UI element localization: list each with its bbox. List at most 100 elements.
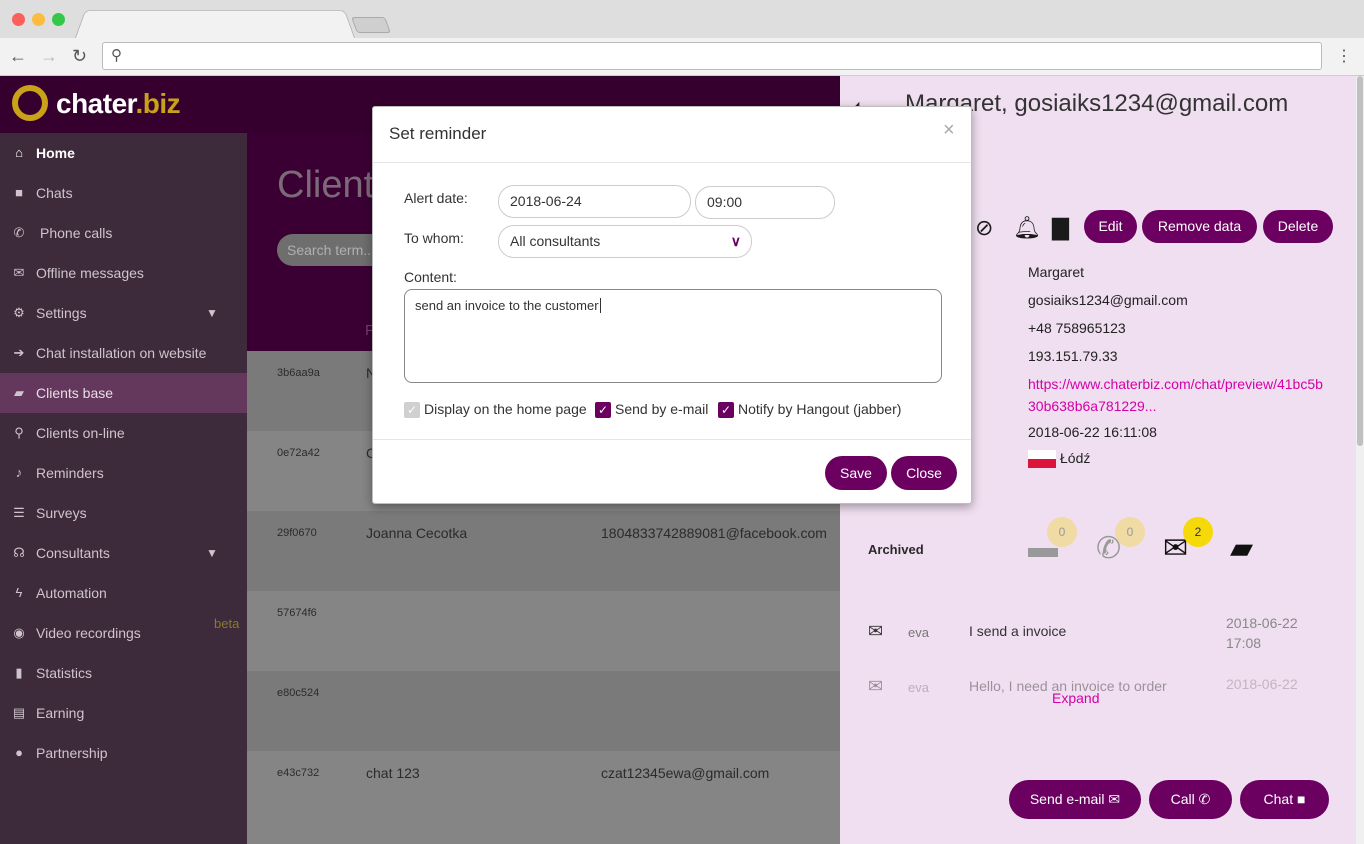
set-reminder-modal: Set reminder × Alert date: 2018-06-24 09… [372, 106, 972, 504]
alert-date-input[interactable]: 2018-06-24 [498, 185, 691, 218]
beta-badge: beta [214, 616, 240, 631]
checkmark-icon: ✓ [718, 402, 734, 419]
client-url-link[interactable]: https://www.chaterbiz.com/chat/preview/4… [1028, 373, 1328, 417]
to-whom-select[interactable]: All consultants ∨ [498, 225, 752, 258]
close-button[interactable]: Close [891, 456, 957, 490]
piggy-bank-icon: ● [15, 745, 23, 760]
sidebar-item-label: Automation [36, 585, 107, 601]
sidebar-menu: ⌂ Home ■ Chats ✆ Phone calls ✉ Offline messa… [0, 133, 247, 773]
browser-tab[interactable] [74, 9, 356, 40]
sidebar: chater.biz ⌂ Home ■ Chats ✆ Phone calls ✉ Of… [0, 76, 247, 844]
tab-bar [0, 0, 1364, 40]
sidebar-item-statistics[interactable]: ▮ Statistics [0, 653, 247, 693]
sidebar-item-clients-online[interactable]: ⚲ Clients on-line [0, 413, 247, 453]
chevron-down-icon[interactable]: ▼ [206, 533, 218, 573]
list-item[interactable]: ✉ eva I send a invoice 2018-06-22 17:08 [840, 615, 1356, 665]
client-email: gosiaiks1234@gmail.com [1028, 292, 1188, 308]
back-arrow-icon[interactable]: ← [9, 46, 27, 66]
emails-count-badge: 2 [1183, 517, 1213, 547]
content-textarea[interactable]: send an invoice to the customer [404, 289, 942, 383]
sidebar-item-label: Clients on-line [36, 425, 125, 441]
save-button[interactable]: Save [825, 456, 887, 490]
chat-icon: ■ [1297, 791, 1306, 807]
scrollbar-thumb[interactable] [1357, 76, 1363, 446]
sidebar-item-surveys[interactable]: ☰ Surveys [0, 493, 247, 533]
phone-icon: ✆ [13, 225, 25, 240]
envelope-icon: ✉ [13, 265, 25, 280]
search-icon: ⚲ [14, 425, 24, 440]
reload-icon[interactable]: ↻ [72, 46, 87, 66]
sidebar-item-reminders[interactable]: ♪ Reminders [0, 453, 247, 493]
gear-icon: ⚙ [13, 305, 25, 320]
table-row[interactable]: 29f0670 Joanna Cecotka 1804833742889081@fa… [247, 511, 840, 591]
home-icon: ⌂ [15, 145, 23, 160]
wallet-icon: ▤ [12, 705, 26, 720]
sidebar-item-automation[interactable]: ϟ Automation [0, 573, 247, 613]
sidebar-item-offline-messages[interactable]: ✉ Offline messages [0, 253, 247, 293]
folder-open-icon[interactable]: ▰ [1230, 531, 1253, 566]
sidebar-item-consultants[interactable]: ☊ Consultants ▼ [0, 533, 247, 573]
browser-chrome: ← → ↻ ⚲ ⋮ [0, 0, 1364, 76]
forward-arrow-icon[interactable]: → [40, 46, 58, 66]
table-row[interactable]: e80c524 [247, 671, 840, 751]
send-email-checkbox[interactable]: ✓ Send by e-mail [595, 400, 708, 419]
chevron-down-icon[interactable]: ▼ [206, 293, 218, 333]
sign-in-icon: ➔ [13, 345, 25, 360]
chat-icon: ■ [15, 185, 23, 200]
sidebar-item-label: Chat installation on website [36, 345, 207, 361]
sidebar-item-chat-installation[interactable]: ➔ Chat installation on website [0, 333, 247, 373]
calls-count-badge: 0 [1115, 517, 1145, 547]
logo[interactable]: chater.biz [0, 76, 247, 133]
sidebar-item-video-recordings[interactable]: ◉ Video recordings beta [0, 613, 247, 653]
notify-hangout-checkbox[interactable]: ✓ Notify by Hangout (jabber) [718, 400, 901, 419]
sidebar-item-clients-base[interactable]: ▰ Clients base [0, 373, 247, 413]
client-phone: +48 758965123 [1028, 320, 1126, 336]
maximize-window-button[interactable] [52, 13, 65, 26]
client-datetime: 2018-06-22 16:11:08 [1028, 424, 1157, 440]
expand-link[interactable]: Expand [1052, 690, 1099, 706]
block-icon[interactable]: ⊘ [975, 215, 993, 241]
sidebar-item-label: Phone calls [40, 225, 113, 241]
table-row[interactable]: 57674f6 [247, 591, 840, 671]
sidebar-item-earning[interactable]: ▤ Earning [0, 693, 247, 733]
sidebar-item-label: Reminders [36, 465, 104, 481]
sidebar-item-label: Settings [36, 305, 87, 321]
sidebar-item-label: Consultants [36, 545, 110, 561]
poland-flag-icon [1028, 450, 1056, 469]
sidebar-item-label: Clients base [36, 385, 114, 401]
alert-date-label: Alert date: [404, 190, 468, 206]
bolt-icon: ϟ [15, 585, 23, 600]
chat-button[interactable]: Chat ■ [1240, 780, 1329, 819]
table-row[interactable]: e43c732 chat 123 czat12345ewa@gmail.com [247, 751, 840, 844]
client-location: Łódź [1028, 450, 1090, 469]
checkmark-icon: ✓ [404, 402, 420, 419]
address-bar[interactable]: ⚲ [102, 42, 1322, 70]
alert-time-input[interactable]: 09:00 [695, 186, 835, 219]
remove-data-button[interactable]: Remove data [1142, 210, 1257, 243]
browser-menu-icon[interactable]: ⋮ [1336, 46, 1352, 66]
display-home-checkbox[interactable]: ✓ Display on the home page [404, 400, 587, 419]
call-button[interactable]: Call ✆ [1149, 780, 1232, 819]
sidebar-item-chats[interactable]: ■ Chats [0, 173, 247, 213]
sidebar-item-settings[interactable]: ⚙ Settings ▼ [0, 293, 247, 333]
scrollbar[interactable] [1356, 76, 1364, 844]
send-email-button[interactable]: Send e-mail ✉ [1009, 780, 1141, 819]
client-ip: 193.151.79.33 [1028, 348, 1118, 364]
minimize-window-button[interactable] [32, 13, 45, 26]
checkmark-icon: ✓ [595, 402, 611, 419]
sidebar-item-partnership[interactable]: ● Partnership [0, 733, 247, 773]
search-icon: ⚲ [111, 47, 122, 64]
sidebar-item-phone-calls[interactable]: ✆ Phone calls [0, 213, 247, 253]
file-icon[interactable]: ▇ [1052, 215, 1069, 241]
divider [373, 162, 971, 163]
sidebar-item-label: Surveys [36, 505, 87, 521]
delete-button[interactable]: Delete [1263, 210, 1333, 243]
new-tab-button[interactable] [351, 17, 391, 33]
close-icon[interactable]: × [943, 119, 955, 142]
page-title: Client [277, 164, 375, 206]
bell-icon[interactable]: 🔔︎ [1013, 215, 1041, 241]
edit-button[interactable]: Edit [1084, 210, 1137, 243]
envelope-icon: ✉ [868, 676, 884, 696]
close-window-button[interactable] [12, 13, 25, 26]
sidebar-item-home[interactable]: ⌂ Home [0, 133, 247, 173]
